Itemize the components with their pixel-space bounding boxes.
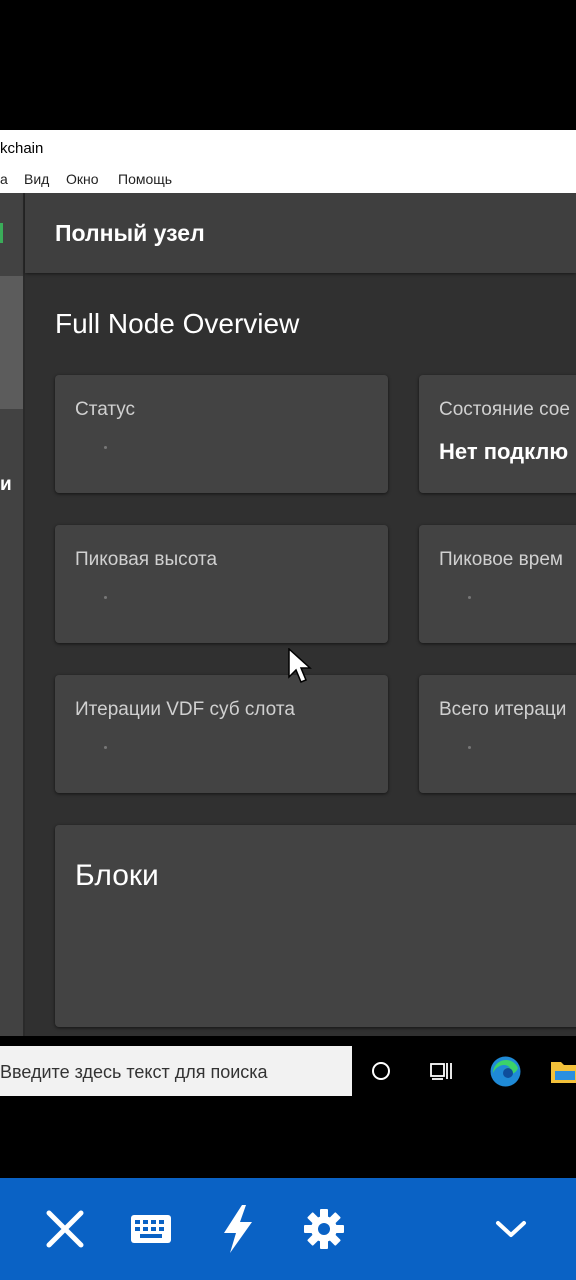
overview-title: Full Node Overview [55, 308, 300, 339]
app-header: Полный узел [25, 193, 576, 273]
sidebar-item-label[interactable]: и [0, 474, 12, 496]
card-label: Пиковое врем [439, 549, 563, 570]
card-label: Статус [75, 399, 136, 420]
taskbar: Введите здесь текст для поиска [0, 1036, 576, 1106]
card-connection-state: Состояние сое Нет подклю [419, 375, 576, 493]
loading-indicator [468, 746, 471, 749]
card-label: Итерации VDF суб слота [75, 699, 295, 720]
logo-icon [0, 223, 3, 243]
sidebar-divider [23, 193, 25, 1036]
menu-item-view[interactable]: Вид [24, 171, 49, 187]
card-peak-height: Пиковая высота [55, 525, 388, 643]
edge-icon[interactable] [489, 1055, 522, 1088]
mouse-cursor-icon [288, 648, 312, 683]
sidebar-item-active[interactable] [0, 276, 23, 409]
card-peak-time: Пиковое врем [419, 525, 576, 643]
close-icon[interactable] [40, 1204, 90, 1254]
card-status: Статус [55, 375, 388, 493]
loading-indicator [104, 446, 107, 449]
card-label: Пиковая высота [75, 549, 218, 570]
loading-indicator [104, 596, 107, 599]
lightning-icon[interactable] [213, 1204, 263, 1254]
chevron-down-icon[interactable] [486, 1204, 536, 1254]
keyboard-icon[interactable] [126, 1204, 176, 1254]
card-value: Нет подклю [439, 439, 569, 464]
cortana-icon[interactable] [370, 1060, 392, 1082]
loading-indicator [104, 746, 107, 749]
blocks-title: Блоки [75, 859, 159, 892]
app-content: и Полный узел Full Node Overview Статус … [0, 193, 576, 1036]
search-placeholder: Введите здесь текст для поиска [0, 1062, 268, 1082]
window-titlebar: kchain [0, 130, 576, 168]
menu-item-partial[interactable]: а [0, 171, 8, 187]
page-title: Полный узел [55, 220, 205, 246]
loading-indicator [468, 596, 471, 599]
control-bar [0, 1178, 576, 1280]
blocks-card: Блоки [55, 825, 576, 1027]
sidebar: и [0, 193, 23, 1036]
taskbar-search-box[interactable]: Введите здесь текст для поиска [0, 1046, 352, 1096]
window-title: kchain [0, 140, 44, 157]
menu-item-window[interactable]: Окно [66, 171, 99, 187]
card-total-iters: Всего итераци [419, 675, 576, 793]
file-explorer-icon[interactable] [550, 1056, 576, 1086]
card-label: Всего итераци [439, 699, 567, 720]
menu-bar: а Вид Окно Помощь [0, 168, 576, 193]
settings-icon[interactable] [299, 1204, 349, 1254]
card-vdf-sub-slot-iters: Итерации VDF суб слота [55, 675, 388, 793]
menu-item-help[interactable]: Помощь [118, 171, 172, 187]
card-label: Состояние сое [439, 399, 570, 420]
task-view-icon[interactable] [430, 1060, 454, 1082]
